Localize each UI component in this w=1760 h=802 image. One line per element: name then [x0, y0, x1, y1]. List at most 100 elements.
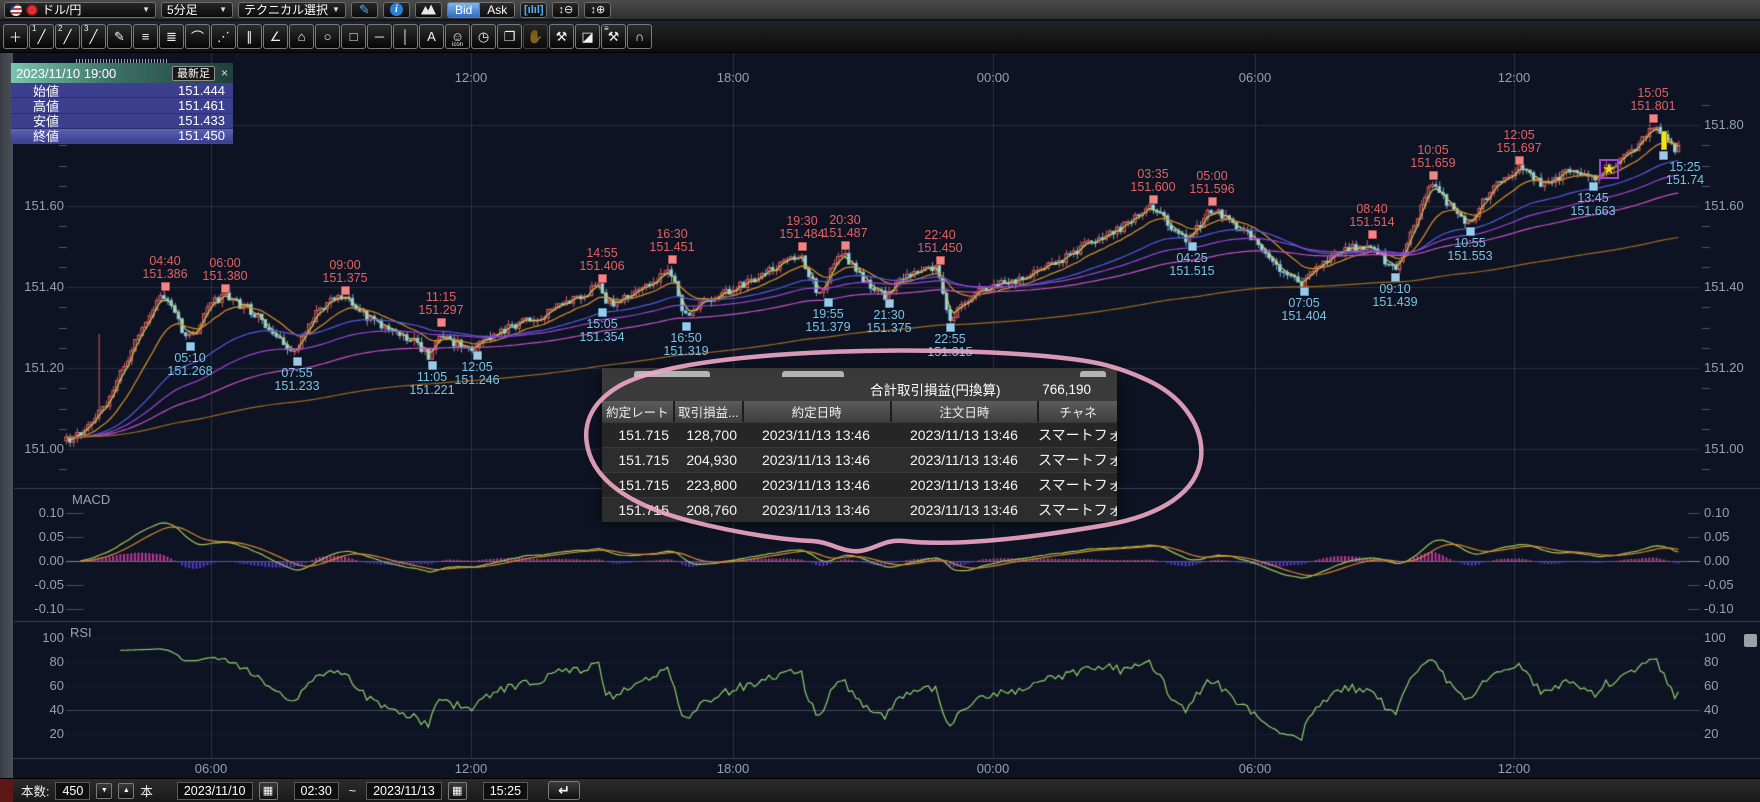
time-from-input[interactable]: 02:30 — [294, 782, 339, 800]
macd-tick-left: -0.10 — [14, 601, 64, 616]
zoom-in-button[interactable]: ↕⊕ — [584, 2, 611, 18]
rectangle-icon: □ — [350, 29, 358, 44]
table-header-1[interactable]: 取引損益... — [675, 401, 742, 422]
rectangle-button[interactable]: □ — [341, 24, 366, 49]
high-value: 151.461 — [178, 98, 225, 113]
timeframe-select[interactable]: 5分足 ▼ — [161, 2, 233, 18]
current-candle-highlight — [1661, 131, 1667, 150]
time-shift-button[interactable]: ◷ — [471, 24, 496, 49]
zoom-out-button[interactable]: ↕⊖ — [552, 2, 579, 18]
time-tick-top: 12:00 — [1491, 70, 1537, 85]
calendar-icon[interactable]: ▦ — [259, 782, 278, 800]
table-row[interactable]: 151.715208,7602023/11/13 13:462023/11/13… — [602, 497, 1117, 522]
status-bar: 本数: 450 ▼ ▲ 本 2023/11/10 ▦ 02:30 ~ 2023/… — [0, 778, 1760, 802]
table-cell: 151.715 — [602, 477, 674, 493]
date-to-input[interactable]: 2023/11/13 — [366, 782, 442, 800]
rsi-tick-right: 60 — [1704, 678, 1718, 693]
star-marker[interactable]: ★ — [1599, 159, 1619, 179]
vertical-lines-button[interactable]: ∥ — [237, 24, 262, 49]
time-tick-top: 12:00 — [448, 70, 494, 85]
table-header-3[interactable]: 注文日時 — [892, 401, 1038, 422]
horizontal-lines-icon: ≡ — [142, 29, 150, 44]
technical-select-button[interactable]: テクニカル選択 ▼ — [238, 2, 346, 18]
table-row[interactable]: 151.715128,7002023/11/13 13:462023/11/13… — [602, 422, 1117, 447]
icon-stamp-button[interactable]: ☺icon — [445, 24, 470, 49]
price-tick-left: 151.40 — [14, 279, 64, 294]
time-shift-icon: ◷ — [478, 29, 489, 45]
horizontal-line-button[interactable]: ─ — [367, 24, 392, 49]
info-button[interactable]: i — [383, 2, 410, 18]
table-row[interactable]: 151.715223,8002023/11/13 13:462023/11/13… — [602, 472, 1117, 497]
time-to-input[interactable]: 15:25 — [483, 782, 528, 800]
trendline-1-button[interactable]: ╱1 — [29, 24, 54, 49]
price-tick-right: 151.20 — [1704, 360, 1744, 375]
trendline-3-button[interactable]: ╱3 — [81, 24, 106, 49]
price-lines-button[interactable]: ≣ — [159, 24, 184, 49]
trendline-3-icon: ╱ — [90, 29, 98, 45]
star-icon: ★ — [1602, 160, 1615, 178]
ellipse-icon: ○ — [324, 29, 332, 44]
rsi-tick-left: 40 — [14, 702, 64, 717]
price-tick-left: 151.60 — [14, 198, 64, 213]
clipped-filter-box[interactable] — [634, 371, 710, 377]
eraser-icon: ◪ — [581, 29, 593, 45]
bar-count-input[interactable]: 450 — [55, 782, 90, 800]
price-tick-right: 151.60 — [1704, 198, 1744, 213]
chart-style-button[interactable] — [415, 2, 442, 18]
reset-range-icon[interactable]: ↵ — [548, 781, 580, 800]
date-from-input[interactable]: 2023/11/10 — [177, 782, 253, 800]
badge: 3 — [84, 25, 88, 33]
ohlc-close-row: 終値 151.450 — [11, 129, 233, 144]
close-icon[interactable]: × — [221, 66, 228, 80]
table-header-4[interactable]: チャネ — [1039, 401, 1117, 422]
rsi-tick-left: 60 — [14, 678, 64, 693]
text-button[interactable]: A — [419, 24, 444, 49]
scrollbar-thumb[interactable] — [1744, 634, 1757, 647]
magnet-button[interactable]: ∩ — [627, 24, 652, 49]
rsi-tick-left: 20 — [14, 726, 64, 741]
clipped-filter-box[interactable] — [782, 371, 844, 377]
table-header-0[interactable]: 約定レート — [602, 401, 673, 422]
arc-gauge-button[interactable]: ⌒ — [185, 24, 210, 49]
ruler-button[interactable]: ✎ — [107, 24, 132, 49]
table-row[interactable]: 151.715204,9302023/11/13 13:462023/11/13… — [602, 447, 1117, 472]
draw-mode-button[interactable]: ✎ — [351, 2, 378, 18]
pentagon-button[interactable]: ⌂ — [289, 24, 314, 49]
indicator-settings-button[interactable]: ⚒≡ — [601, 24, 626, 49]
table-cell: 2023/11/13 13:46 — [742, 502, 890, 518]
table-header-2[interactable]: 約定日時 — [744, 401, 890, 422]
gann-fan-button[interactable]: ⋰ — [211, 24, 236, 49]
calendar-icon[interactable]: ▦ — [448, 782, 467, 800]
latest-candle-button[interactable]: 最新足 — [172, 66, 215, 81]
crosshair-button[interactable]: ＋ — [3, 24, 28, 49]
ask-button[interactable]: Ask — [479, 3, 514, 17]
price-tick-left: 151.20 — [14, 360, 64, 375]
count-down-button[interactable]: ▼ — [96, 783, 112, 799]
pan-hand-icon: ✋ — [527, 29, 543, 45]
count-up-button[interactable]: ▲ — [118, 783, 134, 799]
macd-tick-left: 0.00 — [14, 553, 64, 568]
time-tick-top: 18:00 — [710, 70, 756, 85]
horizontal-lines-button[interactable]: ≡ — [133, 24, 158, 49]
time-tick-bottom: 18:00 — [710, 761, 756, 776]
vertical-line-button[interactable]: │ — [393, 24, 418, 49]
bid-button[interactable]: Bid — [448, 3, 479, 17]
copy-button[interactable]: ❐ — [497, 24, 522, 49]
magnet-icon: ∩ — [635, 29, 644, 44]
trendline-2-button[interactable]: ╱2 — [55, 24, 80, 49]
macd-tick-left: -0.05 — [14, 577, 64, 592]
symbol-select[interactable]: ドル/円 ▼ — [4, 2, 156, 18]
ellipse-button[interactable]: ○ — [315, 24, 340, 49]
technical-select-label: テクニカル選択 — [244, 1, 328, 18]
settings-wrench-button[interactable]: ⚒ — [549, 24, 574, 49]
eraser-button[interactable]: ◪ — [575, 24, 600, 49]
speed-lines-button[interactable]: ∠ — [263, 24, 288, 49]
pan-hand-button[interactable]: ✋ — [523, 24, 548, 49]
ohlc-info-box[interactable]: 2023/11/10 19:00 最新足 × 始値 151.444 高値 151… — [11, 57, 233, 144]
candle-type-button[interactable]: [ılıl] — [520, 2, 547, 18]
table-cell: 2023/11/13 13:46 — [890, 427, 1038, 443]
table-cell: 223,800 — [674, 477, 742, 493]
table-cell: 2023/11/13 13:46 — [890, 477, 1038, 493]
clipped-filter-box[interactable] — [1080, 371, 1106, 377]
time-tick-top: 00:00 — [970, 70, 1016, 85]
